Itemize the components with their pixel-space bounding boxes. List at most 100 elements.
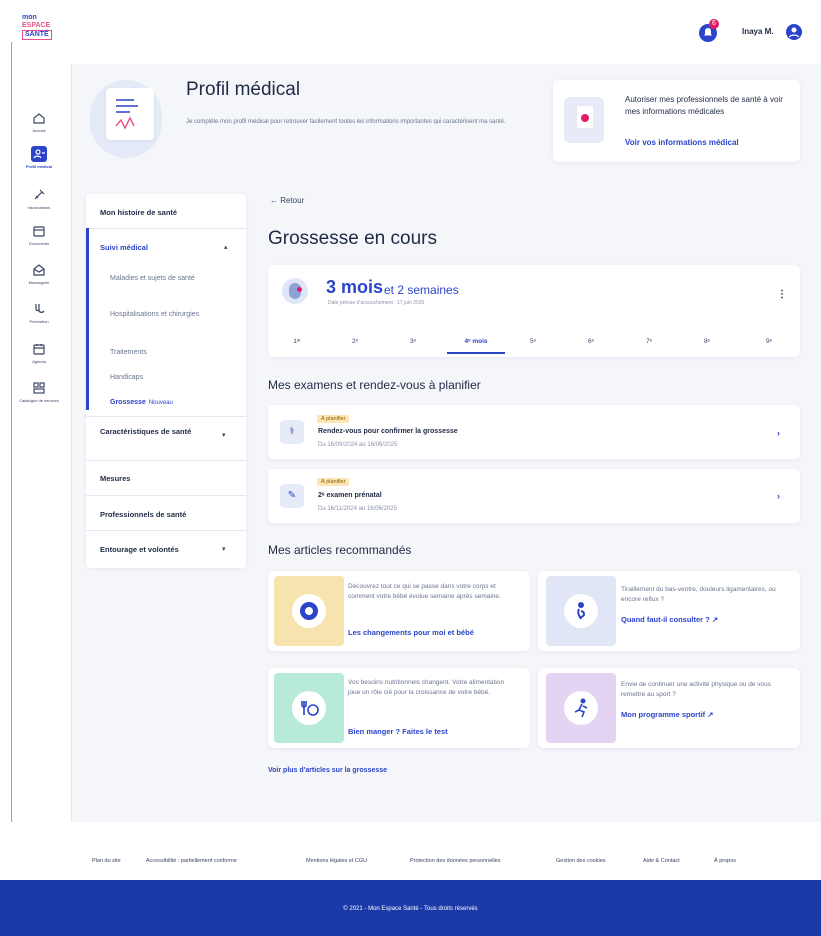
rail-item-profil[interactable]: Profil médical bbox=[14, 146, 64, 169]
rail-item-prevention[interactable]: Prévention bbox=[14, 301, 64, 324]
rail-label: Profil médical bbox=[25, 164, 53, 169]
month-tab-3[interactable]: 3ᵉ bbox=[398, 338, 428, 345]
subnav-item-caract[interactable]: Caractéristiques de santé bbox=[100, 426, 210, 437]
baby-icon bbox=[292, 594, 326, 628]
subnav-item-pros[interactable]: Professionnels de santé bbox=[100, 510, 186, 519]
view-medical-info-link[interactable]: Voir vos informations médical bbox=[625, 138, 739, 147]
article-link[interactable]: Bien manger ? Faites le test bbox=[348, 727, 448, 736]
lock-icon bbox=[581, 114, 589, 122]
top-bar: mon ESPACE SANTÉ 6 Inaya M. bbox=[0, 0, 821, 64]
catalog-icon bbox=[31, 380, 47, 396]
subnav-divider bbox=[86, 495, 246, 496]
heart-icon bbox=[297, 287, 302, 292]
pregnant-icon bbox=[564, 594, 598, 628]
rail-label: Catalogue de services bbox=[19, 398, 59, 403]
to-plan-badge: À planifier bbox=[317, 415, 350, 423]
subnav-sub-grossesse[interactable]: Grossesse Nouveau bbox=[110, 398, 210, 408]
folder-icon bbox=[31, 223, 47, 239]
grossesse-label: Grossesse bbox=[110, 399, 146, 406]
subnav-sub-traitements[interactable]: Traitements bbox=[110, 348, 210, 358]
footer-link-sitemap[interactable]: Plan du site bbox=[92, 858, 121, 864]
footer-links bbox=[0, 850, 821, 880]
page-subtitle: Je complète mon profil médical pour retr… bbox=[186, 119, 506, 125]
medical-chart-icon bbox=[106, 88, 154, 140]
chevron-right-icon[interactable]: › bbox=[777, 491, 780, 501]
footer-link-help[interactable]: Aide & Contact bbox=[643, 858, 680, 864]
subnav-sub-maladies[interactable]: Maladies et sujets de santé bbox=[110, 274, 210, 284]
probe-icon: ✎ bbox=[280, 484, 304, 508]
month-tab-8[interactable]: 8ᵉ bbox=[692, 338, 722, 345]
mail-icon bbox=[31, 262, 47, 278]
article-text: Découvrez tout ce qui se passe dans votr… bbox=[348, 583, 501, 600]
article-text: Vos besoins nutritionnels changent. Votr… bbox=[348, 679, 505, 696]
rail-label: Vaccinations bbox=[27, 205, 51, 210]
rail-item-agenda[interactable]: Agenda bbox=[14, 341, 64, 364]
month-tab-1[interactable]: 1ᵉʳ bbox=[282, 338, 312, 345]
pregnancy-months: 3 mois bbox=[326, 277, 384, 297]
rail-item-documents[interactable]: Documents bbox=[14, 223, 64, 246]
due-date: Date prévue d'accouchement : 17 juin 202… bbox=[328, 300, 425, 306]
exam-date: Du 16/09/2024 au 16/06/2025 bbox=[318, 442, 398, 448]
rail-item-messagerie[interactable]: Messagerie bbox=[14, 262, 64, 285]
logo-text-3: SANTÉ bbox=[22, 30, 52, 40]
month-tab-2[interactable]: 2ᵉ bbox=[340, 338, 370, 345]
subnav-divider bbox=[86, 530, 246, 531]
pregnancy-weeks: et 2 semaines bbox=[384, 283, 459, 297]
rail-label: Prévention bbox=[29, 319, 49, 324]
footer-link-legal[interactable]: Mentions légales et CGU bbox=[306, 858, 367, 864]
footer-link-about[interactable]: À propos bbox=[714, 858, 736, 864]
exam-title: Rendez-vous pour confirmer la grossesse bbox=[318, 428, 458, 435]
new-badge: Nouveau bbox=[148, 400, 173, 406]
food-icon bbox=[292, 691, 326, 725]
rail-item-accueil[interactable]: Accueil bbox=[14, 110, 64, 133]
home-icon bbox=[31, 110, 47, 126]
subnav-item-entourage[interactable]: Entourage et volontés bbox=[100, 545, 179, 554]
article-text: Tiraillement du bas-ventre, douleurs lig… bbox=[621, 586, 776, 603]
logo-text-2: ESPACE bbox=[22, 22, 51, 29]
stethoscope-icon: ⚕ bbox=[280, 420, 304, 444]
footer-link-privacy[interactable]: Protection des données personnelles bbox=[410, 858, 501, 864]
month-tab-4[interactable]: 4ᵉ mois bbox=[450, 338, 502, 345]
subnav-divider bbox=[86, 416, 246, 417]
sport-icon bbox=[564, 691, 598, 725]
chevron-up-icon[interactable]: ▴ bbox=[224, 243, 228, 251]
exams-section-title: Mes examens et rendez-vous à planifier bbox=[268, 378, 481, 392]
user-avatar-icon[interactable] bbox=[786, 24, 802, 40]
rail-item-vaccinations[interactable]: Vaccinations bbox=[14, 187, 64, 210]
subnav-item-suivi[interactable]: Suivi médical bbox=[100, 243, 148, 252]
back-link[interactable]: ← Retour bbox=[270, 196, 304, 205]
rail-label: Messagerie bbox=[28, 280, 50, 285]
footer-link-cookies[interactable]: Gestion des cookies bbox=[556, 858, 606, 864]
subnav-item-history[interactable]: Mon histoire de santé bbox=[100, 208, 177, 217]
article-text: Envie de continuer une activité physique… bbox=[621, 681, 771, 698]
chevron-down-icon[interactable]: ▾ bbox=[222, 431, 226, 439]
see-more-articles-link[interactable]: Voir plus d'articles sur la grossesse bbox=[268, 767, 387, 774]
month-tab-7[interactable]: 7ᵉ bbox=[634, 338, 664, 345]
logo-text-1: mon bbox=[22, 14, 37, 21]
subnav-sub-hospitalisations[interactable]: Hospitalisations et chirurgies bbox=[110, 310, 210, 320]
user-name[interactable]: Inaya M. bbox=[742, 27, 774, 36]
article-link[interactable]: Quand faut-il consulter ? ↗ bbox=[621, 615, 718, 624]
footer-copyright: © 2021 - Mon Espace Santé - Tous droits … bbox=[343, 906, 478, 912]
authorize-text: Autoriser mes professionnels de santé à … bbox=[625, 95, 783, 116]
profile-icon bbox=[31, 146, 47, 162]
chevron-right-icon[interactable]: › bbox=[777, 428, 780, 438]
rail-item-catalogue[interactable]: Catalogue de services bbox=[14, 380, 64, 403]
to-plan-badge: À planifier bbox=[317, 478, 350, 486]
rail-label: Agenda bbox=[32, 359, 46, 364]
chevron-down-icon[interactable]: ▾ bbox=[222, 545, 226, 553]
month-tab-6[interactable]: 6ᵉ bbox=[576, 338, 606, 345]
subnav-sub-handicaps[interactable]: Handicaps bbox=[110, 373, 210, 383]
subnav-item-mesures[interactable]: Mesures bbox=[100, 474, 130, 483]
exam-date: Du 16/11/2024 au 16/06/2025 bbox=[318, 506, 397, 512]
app-logo[interactable]: mon ESPACE SANTÉ bbox=[22, 14, 60, 46]
more-options-icon[interactable]: ⋮ bbox=[777, 289, 787, 300]
rail-divider bbox=[11, 42, 12, 822]
month-tab-5[interactable]: 5ᵉ bbox=[518, 338, 548, 345]
article-link[interactable]: Mon programme sportif ↗ bbox=[621, 710, 714, 719]
exam-title: 2ᵉ examen prénatal bbox=[318, 492, 382, 499]
month-tab-9[interactable]: 9ᵉ bbox=[754, 338, 784, 345]
footer-link-accessibility[interactable]: Accessibilité : partiellement conforme bbox=[146, 858, 237, 864]
articles-section-title: Mes articles recommandés bbox=[268, 543, 412, 557]
article-link[interactable]: Les changements pour moi et bébé bbox=[348, 628, 474, 637]
